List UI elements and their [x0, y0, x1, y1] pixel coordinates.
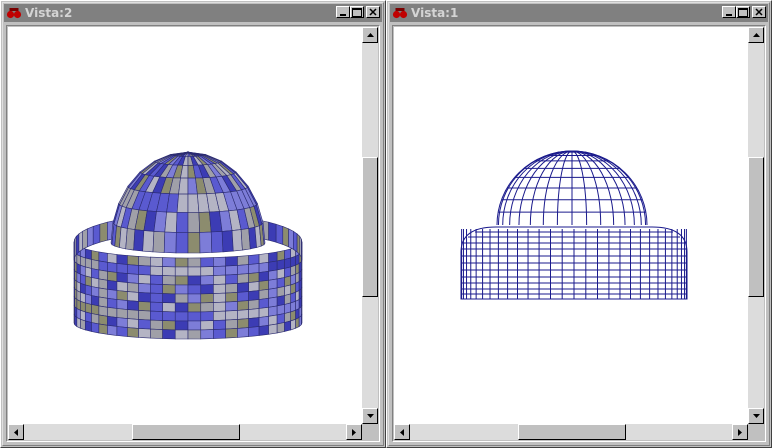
scroll-down-button[interactable]	[362, 408, 378, 424]
maximize-icon	[738, 7, 748, 17]
wireframe-dome-model	[460, 150, 688, 300]
window-vista-2[interactable]: Vista:2	[0, 0, 386, 448]
arrow-down-icon	[752, 414, 760, 418]
title-bar[interactable]: Vista:1	[390, 4, 768, 22]
vertical-scrollbar[interactable]	[748, 27, 764, 424]
window-title: Vista:2	[25, 6, 73, 20]
vertical-scrollbar[interactable]	[362, 27, 378, 424]
scroll-up-button[interactable]	[362, 27, 378, 43]
app-icon	[392, 8, 408, 19]
shaded-dome-model	[73, 150, 303, 340]
scroll-thumb-horizontal[interactable]	[518, 424, 626, 440]
arrow-left-icon	[14, 428, 18, 436]
window-vista-1[interactable]: Vista:1	[386, 0, 772, 448]
maximize-button[interactable]	[736, 6, 750, 18]
scroll-left-button[interactable]	[8, 424, 24, 440]
minimize-icon	[340, 13, 346, 16]
scroll-left-button[interactable]	[394, 424, 410, 440]
maximize-icon	[352, 7, 362, 17]
close-icon	[755, 8, 763, 16]
minimize-icon	[726, 13, 732, 16]
window-title: Vista:1	[411, 6, 459, 20]
viewport-canvas-shaded[interactable]	[8, 27, 362, 424]
arrow-right-icon	[738, 428, 742, 436]
viewport-canvas-wireframe[interactable]	[394, 27, 748, 424]
arrow-right-icon	[352, 428, 356, 436]
arrow-left-icon	[400, 428, 404, 436]
close-icon	[369, 8, 377, 16]
scroll-thumb-horizontal[interactable]	[132, 424, 240, 440]
scroll-thumb[interactable]	[362, 157, 378, 297]
close-button[interactable]	[366, 6, 380, 18]
title-bar[interactable]: Vista:2	[4, 4, 382, 22]
horizontal-scrollbar[interactable]	[394, 424, 748, 440]
scroll-down-button[interactable]	[748, 408, 764, 424]
arrow-down-icon	[366, 414, 374, 418]
horizontal-scrollbar[interactable]	[8, 424, 362, 440]
minimize-button[interactable]	[336, 6, 350, 18]
scrollbar-corner	[362, 424, 378, 440]
scroll-thumb[interactable]	[748, 157, 764, 297]
close-button[interactable]	[752, 6, 766, 18]
scroll-right-button[interactable]	[346, 424, 362, 440]
scroll-up-button[interactable]	[748, 27, 764, 43]
scrollbar-corner	[748, 424, 764, 440]
app-icon	[6, 8, 22, 19]
minimize-button[interactable]	[722, 6, 736, 18]
arrow-up-icon	[366, 33, 374, 37]
arrow-up-icon	[752, 33, 760, 37]
maximize-button[interactable]	[350, 6, 364, 18]
scroll-right-button[interactable]	[732, 424, 748, 440]
